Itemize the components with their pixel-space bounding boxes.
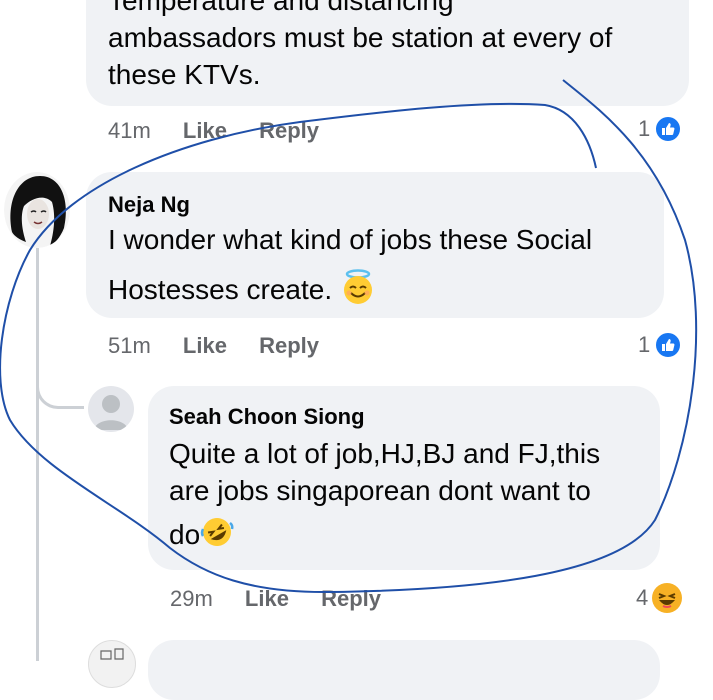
avatar[interactable] xyxy=(88,640,136,688)
comment-bubble: Temperature and distancing ambassadors m… xyxy=(86,0,689,106)
haha-icon xyxy=(652,583,683,613)
comment-timestamp[interactable]: 41m xyxy=(108,118,151,144)
reaction-summary[interactable]: 1 xyxy=(638,331,683,359)
smiling-face-with-halo-icon xyxy=(340,269,376,314)
reaction-count: 1 xyxy=(638,332,651,357)
reaction-count: 4 xyxy=(636,585,649,610)
comment-text-line: do xyxy=(169,515,654,558)
comment-text-line: Quite a lot of job,HJ,BJ and FJ,this xyxy=(169,438,601,469)
comment-bubble: Seah Choon Siong Quite a lot of job,HJ,B… xyxy=(148,386,660,570)
comment-text: I wonder what kind of jobs these Social … xyxy=(108,221,658,314)
thread-line-branch xyxy=(36,375,84,409)
thread-line-vertical xyxy=(36,248,39,661)
like-icon xyxy=(654,331,683,359)
comment-text-line: I wonder what kind of jobs these Social xyxy=(108,224,593,255)
like-icon xyxy=(654,115,683,143)
comment-text: Quite a lot of job,HJ,BJ and FJ,this are… xyxy=(169,435,654,558)
avatar[interactable] xyxy=(4,172,70,248)
comment-text-line: ambassadors must be station at every of xyxy=(108,22,613,53)
reaction-summary[interactable]: 1 xyxy=(638,115,683,143)
comment-text-line: Temperature and distancing xyxy=(108,0,454,16)
reaction-count: 1 xyxy=(638,116,651,141)
comment-timestamp[interactable]: 51m xyxy=(108,333,151,359)
like-button[interactable]: Like xyxy=(245,586,289,612)
comment-text-segment: Hostesses create. xyxy=(108,273,333,305)
comment-actions: 41m Like Reply xyxy=(108,118,345,144)
comment-bubble: Neja Ng I wonder what kind of jobs these… xyxy=(86,172,664,318)
rolling-on-floor-laughing-icon xyxy=(200,515,234,558)
comment-author[interactable]: Seah Choon Siong xyxy=(169,404,365,430)
comment-text-line: these KTVs. xyxy=(108,59,261,90)
comment-actions: 29m Like Reply xyxy=(170,586,407,612)
comment-actions: 51m Like Reply xyxy=(108,333,345,359)
reaction-summary[interactable]: 4 xyxy=(636,583,683,613)
comment-text: Temperature and distancing ambassadors m… xyxy=(108,0,678,93)
comment-timestamp[interactable]: 29m xyxy=(170,586,213,612)
reply-button[interactable]: Reply xyxy=(321,586,381,612)
comment-text-line: Hostesses create. xyxy=(108,269,658,314)
reply-button[interactable]: Reply xyxy=(259,118,319,144)
comment-bubble xyxy=(148,640,660,700)
comment-text-segment: do xyxy=(169,518,201,550)
like-button[interactable]: Like xyxy=(183,333,227,359)
avatar[interactable] xyxy=(88,386,134,432)
reply-button[interactable]: Reply xyxy=(259,333,319,359)
comment-text-line: are jobs singaporean dont want to xyxy=(169,475,591,506)
comment-author[interactable]: Neja Ng xyxy=(108,192,190,218)
like-button[interactable]: Like xyxy=(183,118,227,144)
